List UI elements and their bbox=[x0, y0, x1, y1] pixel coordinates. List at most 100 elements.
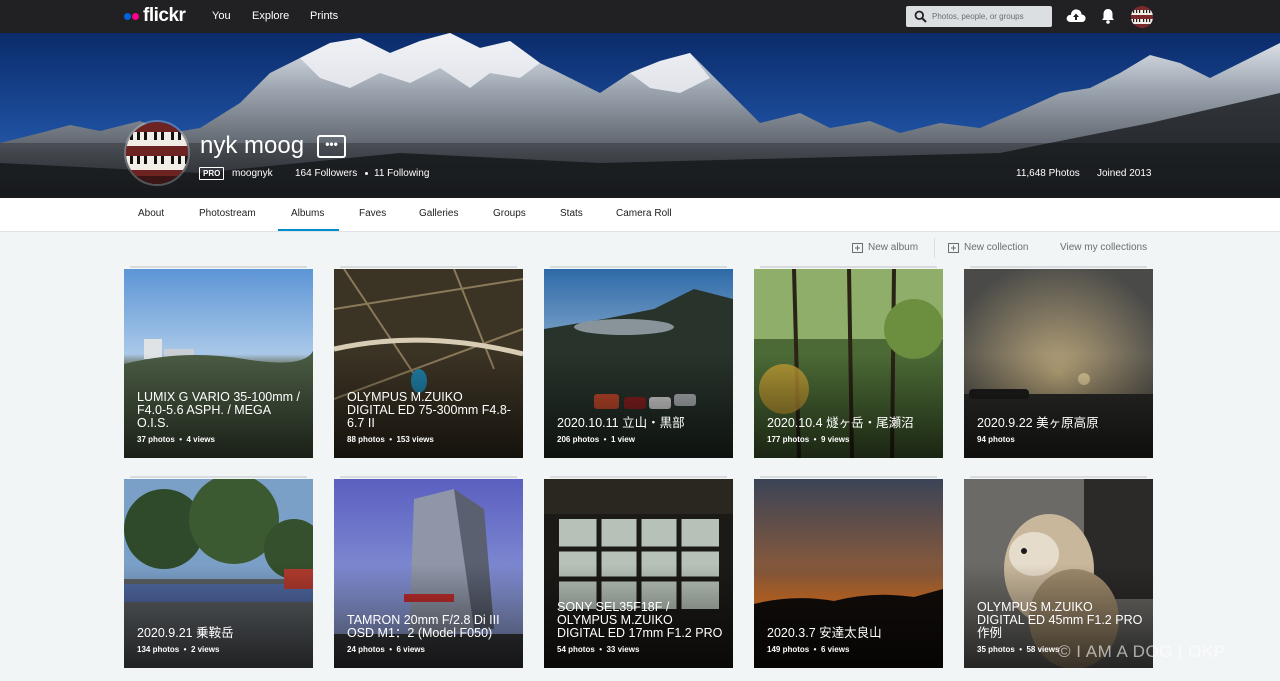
album-stack-edge bbox=[970, 266, 1147, 268]
album-card[interactable]: OLYMPUS M.ZUIKO DIGITAL ED 75-300mm F4.8… bbox=[334, 269, 523, 458]
album-view-count: 1 view bbox=[610, 435, 635, 444]
album-card[interactable]: SONY SEL35F18F / OLYMPUS M.ZUIKO DIGITAL… bbox=[544, 479, 733, 668]
new-album-button[interactable]: New album bbox=[852, 242, 918, 253]
album-meta: 54 photos • 33 views bbox=[557, 645, 640, 654]
new-collection-label: New collection bbox=[964, 242, 1029, 253]
album-view-count: 6 views bbox=[820, 645, 850, 654]
search-input[interactable] bbox=[932, 9, 1048, 24]
album-stack-edge bbox=[340, 266, 517, 268]
album-card[interactable]: 2020.10.4 燧ヶ岳・尾瀬沼 177 photos • 9 views bbox=[754, 269, 943, 458]
album-card[interactable]: 2020.9.22 美ヶ原高原 94 photos bbox=[964, 269, 1153, 458]
album-title: 2020.10.4 燧ヶ岳・尾瀬沼 bbox=[767, 416, 914, 430]
search-box[interactable] bbox=[906, 6, 1052, 27]
view-collections-label: View my collections bbox=[1060, 242, 1148, 253]
avatar-image bbox=[1131, 6, 1153, 28]
album-card[interactable]: OLYMPUS M.ZUIKO DIGITAL ED 45mm F1.2 PRO… bbox=[964, 479, 1153, 668]
album-title: 2020.9.22 美ヶ原高原 bbox=[977, 416, 1099, 430]
upload-icon[interactable] bbox=[1066, 7, 1086, 24]
tab-albums[interactable]: Albums bbox=[291, 208, 324, 219]
album-meta: 37 photos • 4 views bbox=[137, 435, 215, 444]
album-meta: 206 photos • 1 view bbox=[557, 435, 635, 444]
joined-date: Joined 2013 bbox=[1097, 168, 1152, 179]
album-card[interactable]: TAMRON 20mm F/2.8 Di III OSD M1：2 (Model… bbox=[334, 479, 523, 668]
cover-photo bbox=[0, 33, 1280, 198]
album-meta: 94 photos bbox=[977, 435, 1015, 444]
profile-avatar[interactable] bbox=[124, 120, 190, 186]
mountain-cover-image bbox=[0, 33, 1280, 198]
user-avatar[interactable] bbox=[1131, 6, 1153, 28]
album-stack-edge bbox=[130, 476, 307, 478]
album-view-count: 153 views bbox=[396, 435, 434, 444]
album-card[interactable]: 2020.9.21 乗鞍岳 134 photos • 2 views bbox=[124, 479, 313, 668]
following-link[interactable]: 11 Following bbox=[374, 168, 429, 179]
pro-badge: PRO bbox=[199, 167, 225, 180]
album-title: LUMIX G VARIO 35-100mm / F4.0-5.6 ASPH. … bbox=[137, 390, 301, 430]
album-card[interactable]: LUMIX G VARIO 35-100mm / F4.0-5.6 ASPH. … bbox=[124, 269, 313, 458]
logo-dot-blue bbox=[124, 12, 131, 20]
album-meta: 88 photos • 153 views bbox=[347, 435, 434, 444]
album-title: TAMRON 20mm F/2.8 Di III OSD M1：2 (Model… bbox=[347, 613, 500, 640]
album-stack-edge bbox=[340, 476, 517, 478]
logo-dot-pink bbox=[132, 12, 139, 20]
username: moognyk bbox=[232, 168, 273, 179]
search-icon[interactable] bbox=[914, 10, 927, 23]
album-card[interactable]: 2020.3.7 安達太良山 149 photos • 6 views bbox=[754, 479, 943, 668]
album-meta: 149 photos • 6 views bbox=[767, 645, 850, 654]
active-tab-indicator bbox=[278, 229, 339, 231]
album-stack-edge bbox=[760, 266, 937, 268]
bell-icon[interactable] bbox=[1101, 8, 1115, 24]
album-meta: 24 photos • 6 views bbox=[347, 645, 425, 654]
album-photo-count: 134 photos bbox=[137, 645, 180, 654]
album-meta: 134 photos • 2 views bbox=[137, 645, 220, 654]
album-photo-count: 24 photos bbox=[347, 645, 385, 654]
followers-link[interactable]: 164 Followers bbox=[295, 168, 357, 179]
album-title: OLYMPUS M.ZUIKO DIGITAL ED 45mm F1.2 PRO… bbox=[977, 600, 1143, 640]
separator-dot bbox=[365, 172, 368, 175]
flickr-logo[interactable]: flickr bbox=[124, 5, 186, 26]
album-title: OLYMPUS M.ZUIKO DIGITAL ED 75-300mm F4.8… bbox=[347, 390, 511, 430]
album-view-count: 58 views bbox=[1026, 645, 1060, 654]
nav-you[interactable]: You bbox=[212, 10, 231, 22]
new-album-label: New album bbox=[868, 242, 919, 253]
album-card[interactable]: 2020.10.11 立山・黒部 206 photos • 1 view bbox=[544, 269, 733, 458]
album-title: 2020.10.11 立山・黒部 bbox=[557, 416, 685, 430]
album-photo-count: 54 photos bbox=[557, 645, 595, 654]
album-stack-edge bbox=[550, 266, 727, 268]
more-options-button[interactable]: ••• bbox=[317, 135, 346, 158]
album-view-count: 6 views bbox=[396, 645, 425, 654]
logo-text: flickr bbox=[143, 5, 186, 26]
tab-about[interactable]: About bbox=[138, 208, 164, 219]
tab-faves[interactable]: Faves bbox=[359, 208, 386, 219]
album-meta: 177 photos • 9 views bbox=[767, 435, 850, 444]
album-stack-edge bbox=[130, 266, 307, 268]
album-title: 2020.9.21 乗鞍岳 bbox=[137, 626, 234, 640]
album-title: 2020.3.7 安達太良山 bbox=[767, 626, 882, 640]
album-photo-count: 88 photos bbox=[347, 435, 385, 444]
view-collections-link[interactable]: View my collections bbox=[1060, 242, 1147, 253]
profile-name: nyk moog bbox=[200, 132, 305, 159]
tab-stats[interactable]: Stats bbox=[560, 208, 583, 219]
tab-camera-roll[interactable]: Camera Roll bbox=[616, 208, 672, 219]
photo-count: 11,648 Photos bbox=[1016, 168, 1080, 179]
profile-subnav: About Photostream Albums Faves Galleries… bbox=[0, 198, 1280, 232]
new-collection-icon bbox=[948, 243, 959, 253]
new-collection-button[interactable]: New collection bbox=[948, 242, 1028, 253]
album-stack-edge bbox=[550, 476, 727, 478]
new-album-icon bbox=[852, 243, 863, 253]
tab-groups[interactable]: Groups bbox=[493, 208, 526, 219]
album-photo-count: 149 photos bbox=[767, 645, 810, 654]
album-view-count: 2 views bbox=[190, 645, 220, 654]
album-view-count: 4 views bbox=[186, 435, 215, 444]
album-photo-count: 206 photos bbox=[557, 435, 600, 444]
album-view-count: 9 views bbox=[820, 435, 850, 444]
album-photo-count: 37 photos bbox=[137, 435, 175, 444]
album-stack-edge bbox=[970, 476, 1147, 478]
tab-galleries[interactable]: Galleries bbox=[419, 208, 458, 219]
album-photo-count: 177 photos bbox=[767, 435, 810, 444]
nav-explore[interactable]: Explore bbox=[252, 10, 289, 22]
nav-prints[interactable]: Prints bbox=[310, 10, 338, 22]
album-meta: 35 photos • 58 views bbox=[977, 645, 1060, 654]
top-nav: flickr You Explore Prints bbox=[0, 0, 1280, 33]
watermark: © I AM A DOG | OKP bbox=[1058, 642, 1226, 661]
tab-photostream[interactable]: Photostream bbox=[199, 208, 256, 219]
